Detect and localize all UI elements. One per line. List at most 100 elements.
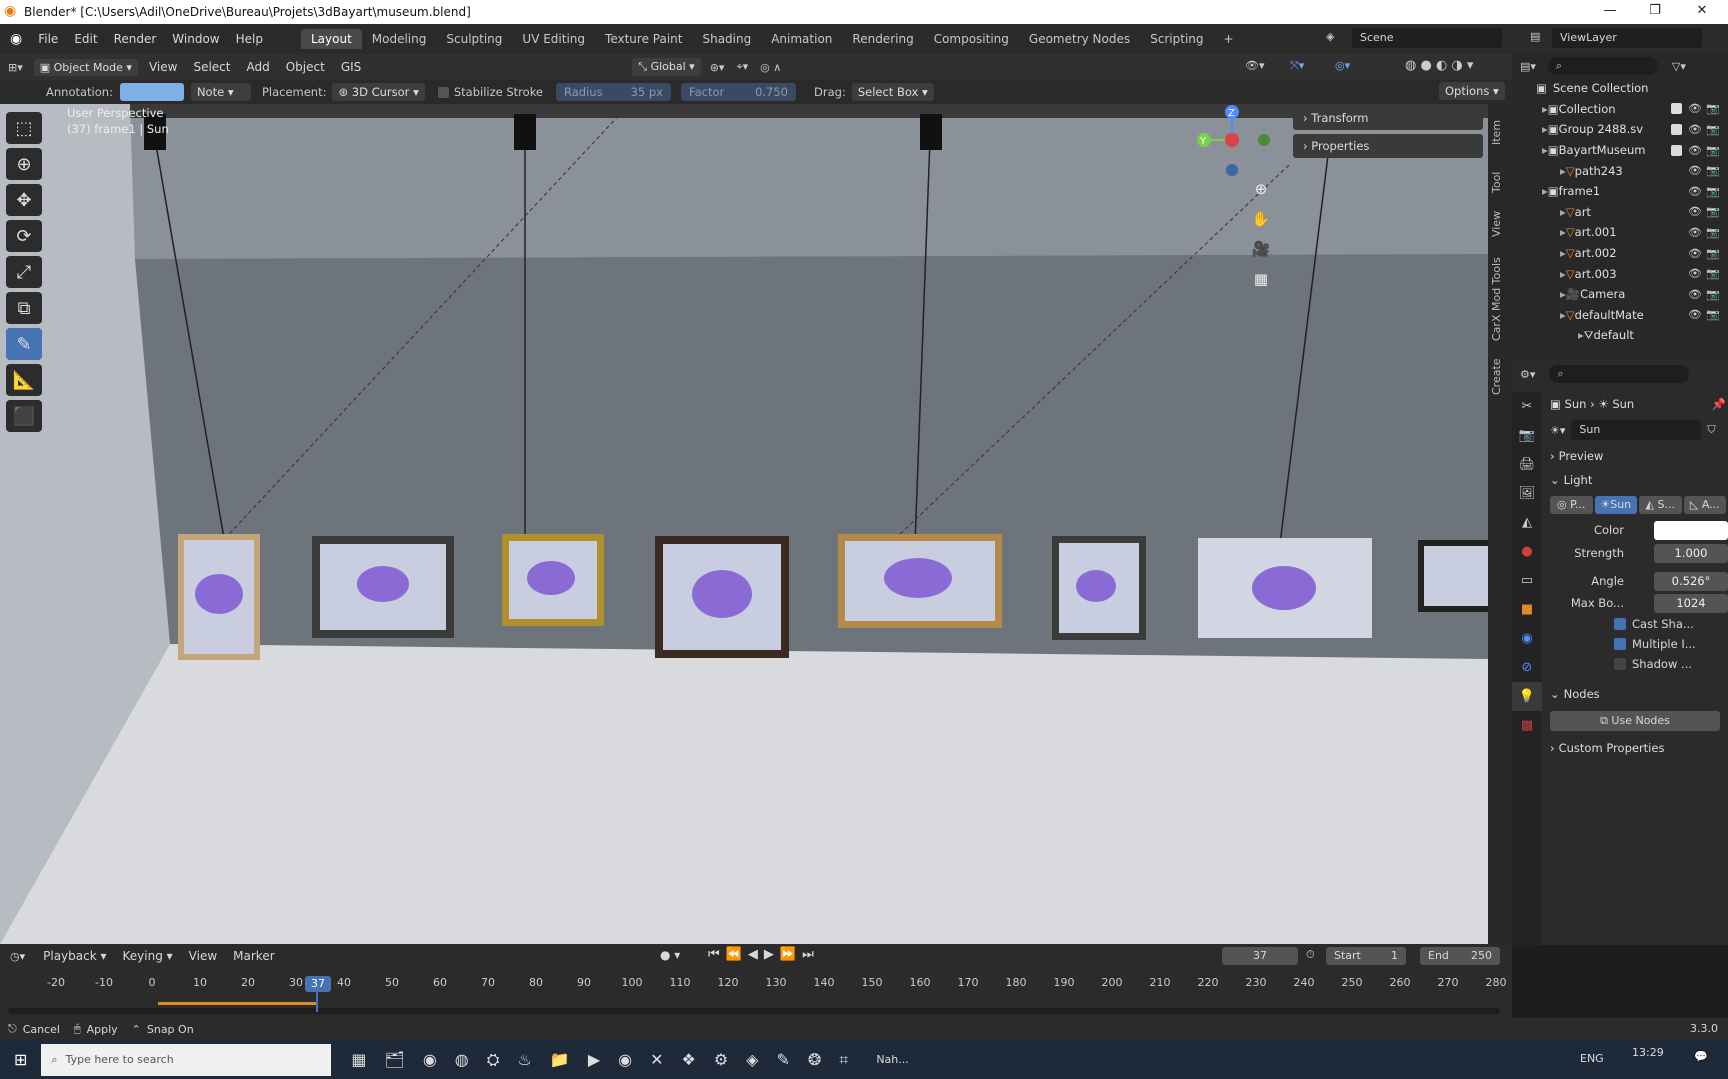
outliner-row[interactable]: ▸ ▣ Group 2488.sv 👁 📷 <box>1512 119 1728 140</box>
render-camera-icon[interactable]: 📷 <box>1706 247 1720 260</box>
outliner-search-icon[interactable]: ⌕ <box>1547 57 1658 75</box>
playhead-frame-label[interactable]: 37 <box>305 976 331 992</box>
render-camera-icon[interactable]: 📷 <box>1706 288 1720 301</box>
exclude-checkbox[interactable] <box>1671 123 1682 135</box>
outliner-row[interactable]: ▸ ▽ art.001 👁 📷 <box>1512 222 1728 243</box>
tab-layout[interactable]: Layout <box>300 29 362 49</box>
pin-icon[interactable]: 📌 <box>1712 397 1726 411</box>
constraint-tab-icon[interactable]: ⊘ <box>1512 653 1542 682</box>
taskbar-nah[interactable]: Nah... <box>876 1053 908 1066</box>
stopwatch-icon[interactable]: ⏱ <box>1306 948 1315 962</box>
overlay-toggle-icon[interactable]: ◎▾ <box>1335 59 1350 72</box>
view-layer-tab-icon[interactable]: 🖼 <box>1512 479 1542 508</box>
tool-tab-icon[interactable]: ✂ <box>1512 392 1542 421</box>
gizmo-toggle-icon[interactable]: ⤧▾ <box>1290 59 1304 73</box>
close-button[interactable]: ✕ <box>1680 0 1724 24</box>
filter-icon[interactable]: ▽▾ <box>1672 60 1686 73</box>
tab-compositing[interactable]: Compositing <box>924 29 1019 49</box>
render-tab-icon[interactable]: 📷 <box>1512 421 1542 450</box>
add-workspace-button[interactable]: + <box>1214 29 1244 49</box>
visibility-eye-icon[interactable]: 👁 <box>1688 205 1702 218</box>
tab-tool[interactable]: Tool <box>1490 162 1510 202</box>
spot-light-button[interactable]: ◭ S... <box>1639 496 1682 514</box>
light-panel[interactable]: ⌄ Light <box>1550 468 1726 492</box>
render-camera-icon[interactable]: 📷 <box>1706 123 1720 136</box>
editor-type-icon[interactable]: ⊞▾ <box>8 61 23 74</box>
render-camera-icon[interactable]: 📷 <box>1706 185 1720 198</box>
outliner-row[interactable]: ▸ ▽ path243 👁 📷 <box>1512 160 1728 181</box>
scene-collection-row[interactable]: ▣ Scene Collection <box>1512 78 1728 99</box>
use-nodes-button[interactable]: ⧉ Use Nodes <box>1550 711 1720 731</box>
multiple-importance-checkbox[interactable] <box>1614 638 1626 650</box>
outliner-row[interactable]: ▸ ▽ art.002 👁 📷 <box>1512 243 1728 264</box>
collection-tab-icon[interactable]: ▭ <box>1512 566 1542 595</box>
tab-view[interactable]: View <box>1490 204 1510 244</box>
options-dropdown[interactable]: Options ▾ <box>1439 82 1505 100</box>
visibility-eye-icon[interactable]: 👁 <box>1688 308 1702 321</box>
radius-field[interactable]: Radius 35 px <box>556 83 672 101</box>
render-camera-icon[interactable]: 📷 <box>1706 144 1720 157</box>
max-bounces-field[interactable]: 1024 <box>1654 593 1728 613</box>
tab-carx-mod-tools[interactable]: CarX Mod Tools <box>1490 254 1510 344</box>
tab-modeling[interactable]: Modeling <box>362 29 437 49</box>
windows-start-icon[interactable]: ⊞ <box>14 1050 27 1069</box>
render-camera-icon[interactable]: 📷 <box>1706 226 1720 239</box>
visibility-eye-icon[interactable]: 👁 <box>1688 123 1702 136</box>
menu-file[interactable]: File <box>30 32 66 46</box>
shading-modes-icon[interactable]: ◍ ● ◐ ◑ ▾ <box>1405 58 1473 73</box>
visibility-eye-icon[interactable]: 👁 <box>1688 185 1702 198</box>
timeline-view-menu[interactable]: View <box>181 949 225 963</box>
tab-uv-editing[interactable]: UV Editing <box>512 29 595 49</box>
start-frame-field[interactable]: Start 1 <box>1326 947 1406 965</box>
factor-field[interactable]: Factor 0.750 <box>681 83 797 101</box>
frame-ruler[interactable]: -20 -10 0 10 20 30 40 50 60 70 80 90 100 110 120 130 140… <box>0 976 1512 994</box>
fake-user-icon[interactable]: ⛉ <box>1707 423 1715 437</box>
scene-tab-icon[interactable]: ◭ <box>1512 508 1542 537</box>
blender-menu-icon[interactable]: ◉ <box>10 31 22 47</box>
annotate-icon[interactable]: ✎ <box>6 328 42 360</box>
properties-panel[interactable]: › Properties <box>1293 134 1483 158</box>
current-frame-field[interactable]: 37 <box>1222 947 1298 965</box>
note-dropdown[interactable]: Note ▾ <box>190 83 251 101</box>
menu-select[interactable]: Select <box>185 60 238 74</box>
tab-geometry-nodes[interactable]: Geometry Nodes <box>1019 29 1140 49</box>
render-camera-icon[interactable]: 📷 <box>1706 205 1720 218</box>
custom-properties-panel[interactable]: › Custom Properties <box>1550 736 1726 760</box>
light-type-icon[interactable]: ☀▾ <box>1550 424 1565 437</box>
world-tab-icon[interactable]: ● <box>1512 537 1542 566</box>
visibility-eye-icon[interactable]: 👁 <box>1688 102 1702 115</box>
outliner-row[interactable]: ▸ ⛛ default <box>1512 325 1728 346</box>
playback-menu[interactable]: Playback ▾ <box>35 949 114 963</box>
menu-view[interactable]: View <box>141 60 185 74</box>
taskbar-search[interactable]: ⌕ Type here to search <box>41 1043 332 1076</box>
cast-shadow-row[interactable]: Cast Sha... <box>1550 614 1726 634</box>
transform-icon[interactable]: ⧉ <box>6 292 42 324</box>
visibility-eye-icon[interactable]: 👁 <box>1688 247 1702 260</box>
render-camera-icon[interactable]: 📷 <box>1706 102 1720 115</box>
color-swatch[interactable] <box>1654 520 1728 540</box>
pan-hand-icon[interactable]: ✋ <box>1247 210 1275 240</box>
notification-icon[interactable]: 💬 <box>1694 1050 1708 1063</box>
minimize-button[interactable]: — <box>1588 0 1632 24</box>
playback-controls-icon[interactable]: ⏮⏪◀▶⏩⏭ <box>708 947 820 962</box>
preview-panel[interactable]: › Preview <box>1550 444 1726 468</box>
tab-sculpting[interactable]: Sculpting <box>436 29 512 49</box>
object-tab-icon[interactable]: ■ <box>1512 595 1542 624</box>
exclude-checkbox[interactable] <box>1671 144 1682 156</box>
outliner-row[interactable]: ▸ ▣ frame1 👁 📷 <box>1512 181 1728 202</box>
record-button[interactable]: ● ▾ <box>660 948 680 962</box>
3d-viewport[interactable]: User Perspective (37) frame1 | Sun Z Y ⊕… <box>0 104 1490 944</box>
visibility-eye-icon[interactable]: 👁 <box>1688 144 1702 157</box>
visibility-eye-icon[interactable]: 👁 <box>1688 288 1702 301</box>
texture-tab-icon[interactable]: ▩ <box>1512 711 1542 740</box>
annotation-color-swatch[interactable] <box>119 83 184 101</box>
menu-add[interactable]: Add <box>238 60 277 74</box>
scale-icon[interactable]: ⤢ <box>6 256 42 288</box>
pivot-icon[interactable]: ⊛▾ <box>710 61 725 74</box>
cursor-icon[interactable]: ⊕ <box>6 148 42 180</box>
proportional-edit-icon[interactable]: ◎ ∧ <box>760 61 781 74</box>
area-light-button[interactable]: ◺ A... <box>1683 496 1726 514</box>
shadow-caustics-row[interactable]: Shadow ... <box>1550 654 1726 674</box>
multiple-importance-row[interactable]: Multiple I... <box>1550 634 1726 654</box>
menu-window[interactable]: Window <box>164 32 227 46</box>
